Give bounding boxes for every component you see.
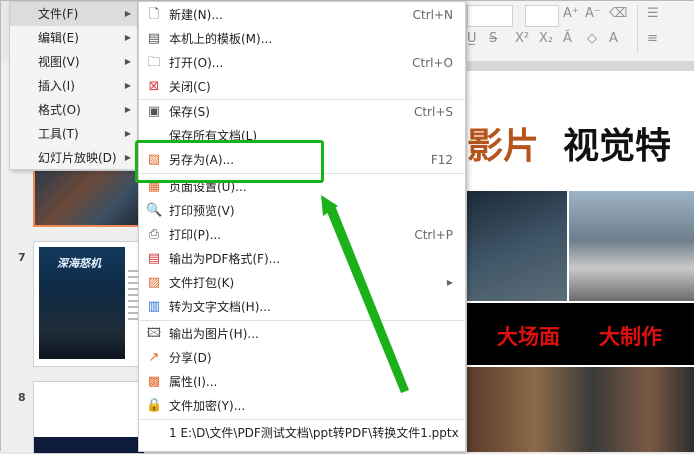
arrow-shaft xyxy=(325,203,409,393)
annotation-arrow xyxy=(321,195,409,393)
app-window: A⁺ A⁻ ⌫ U̲ S̶ X² X₂ Ǎ ◇ A ☰ ≡ 7 深海怒机 8 影… xyxy=(0,0,694,454)
